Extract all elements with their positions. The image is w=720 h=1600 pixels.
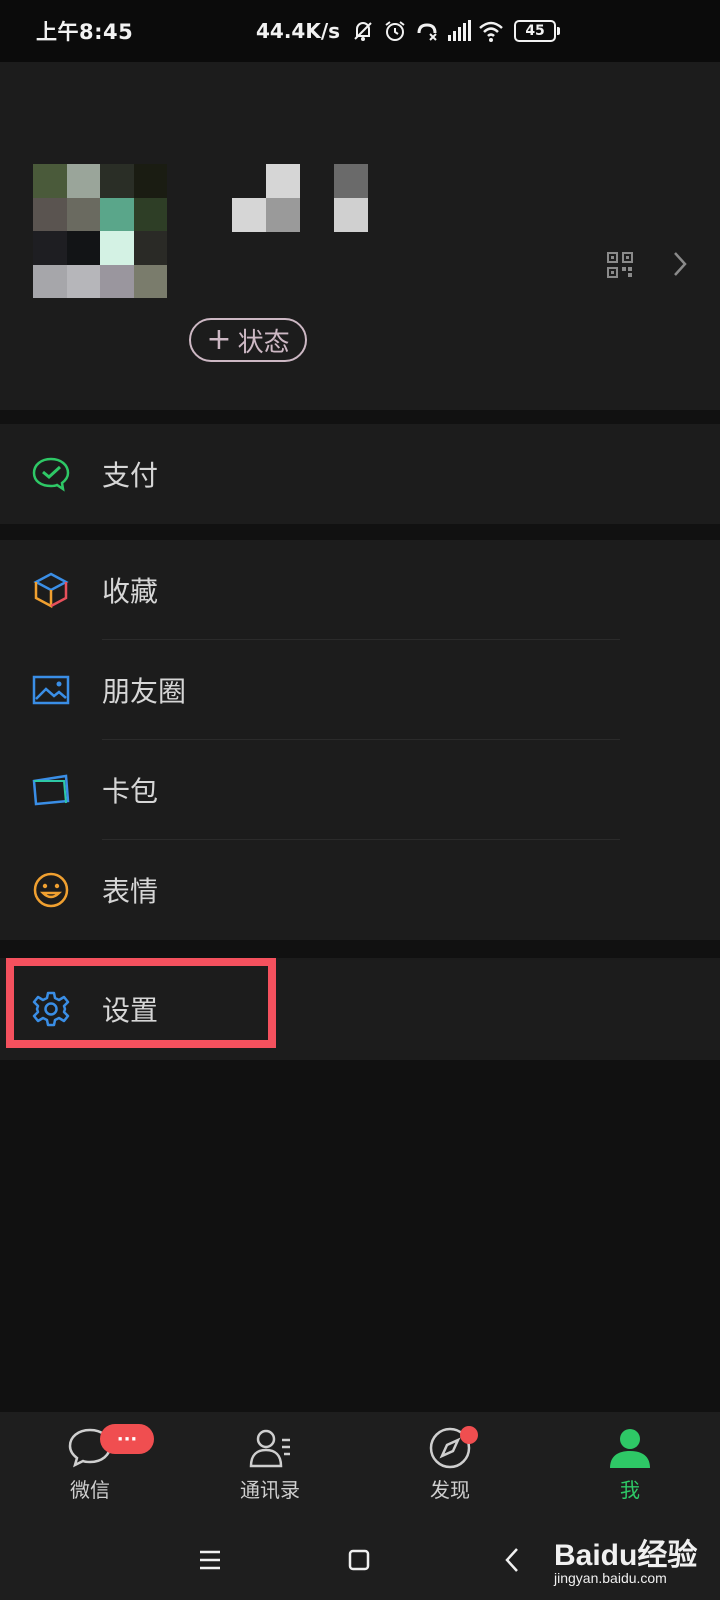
unread-badge: ··· <box>100 1424 154 1454</box>
mute-bell-icon <box>350 18 376 44</box>
contacts-icon <box>246 1424 294 1472</box>
watermark-main: Baidu经验 <box>554 1539 698 1572</box>
tab-discover[interactable]: 发现 <box>360 1412 540 1520</box>
discover-badge-dot <box>460 1426 478 1444</box>
add-status-button[interactable]: + 状态 <box>189 318 307 362</box>
call-icon <box>414 18 440 44</box>
baidu-watermark: Baidu经验 jingyan.baidu.com <box>548 1522 718 1596</box>
home-square-icon[interactable] <box>339 1540 379 1580</box>
status-indicators: 44.4K/s 45 <box>256 0 561 62</box>
menu-item-favorites[interactable]: 收藏 <box>0 540 720 640</box>
tab-label-contacts: 通讯录 <box>240 1478 300 1502</box>
add-status-label: 状态 <box>237 327 290 358</box>
status-bar: 上午8:45 44.4K/s 45 <box>0 0 720 62</box>
menu-group-features: 收藏 朋友圈 卡包 表情 <box>0 540 720 940</box>
menu-item-stickers[interactable]: 表情 <box>0 840 720 940</box>
nickname-pixelated <box>232 164 368 232</box>
moments-image-icon <box>32 671 70 709</box>
bottom-tab-bar: 微信 ··· 通讯录 发现 我 <box>0 1412 720 1520</box>
menu-label-cards: 卡包 <box>102 775 159 808</box>
me-icon <box>606 1424 654 1472</box>
status-time: 上午8:45 <box>36 20 134 44</box>
wifi-icon <box>478 18 504 44</box>
menu-item-moments[interactable]: 朋友圈 <box>0 640 720 740</box>
chevron-right-icon[interactable] <box>672 250 688 278</box>
avatar[interactable] <box>33 164 167 298</box>
tab-label-chats: 微信 <box>70 1478 110 1502</box>
tab-me[interactable]: 我 <box>540 1412 720 1520</box>
menu-item-cards[interactable]: 卡包 <box>0 740 720 840</box>
plus-icon: + <box>206 322 232 357</box>
signal-icon <box>446 18 472 44</box>
tab-label-discover: 发现 <box>430 1478 470 1502</box>
battery-icon: 45 <box>514 20 561 42</box>
tab-label-me: 我 <box>620 1478 640 1502</box>
alarm-icon <box>382 18 408 44</box>
menu-item-pay[interactable]: 支付 <box>0 424 720 524</box>
profile-header[interactable]: + 状态 <box>0 62 720 410</box>
back-chevron-icon[interactable] <box>492 1540 532 1580</box>
watermark-sub: jingyan.baidu.com <box>554 1570 667 1586</box>
wechat-pay-icon <box>32 455 70 493</box>
menu-group-pay: 支付 <box>0 424 720 524</box>
tab-chats[interactable]: 微信 ··· <box>0 1412 180 1520</box>
menu-label-moments: 朋友圈 <box>102 675 187 708</box>
tab-contacts[interactable]: 通讯录 <box>180 1412 360 1520</box>
menu-label-favorites: 收藏 <box>102 575 159 608</box>
menu-label-pay: 支付 <box>102 459 159 492</box>
qr-code-icon[interactable] <box>607 252 633 278</box>
smiley-icon <box>32 871 70 909</box>
card-wallet-icon <box>32 771 70 809</box>
network-speed: 44.4K/s <box>256 19 341 43</box>
favorites-cube-icon <box>32 571 70 609</box>
menu-label-stickers: 表情 <box>102 875 159 908</box>
highlight-box <box>6 958 276 1048</box>
menu-icon[interactable] <box>190 1540 230 1580</box>
